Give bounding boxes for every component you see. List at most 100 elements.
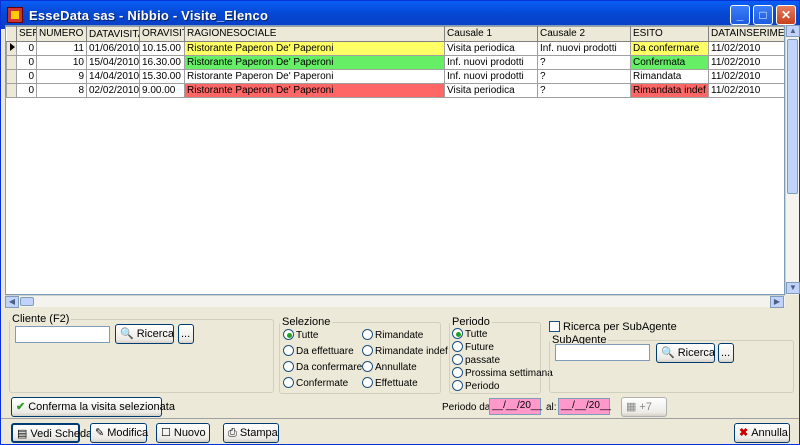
cell-esito[interactable]: Confermata xyxy=(630,55,709,70)
column-header-causale1[interactable]: Causale 1 xyxy=(444,26,538,42)
cliente-search-button[interactable]: 🔍 Ricerca xyxy=(115,324,174,344)
cell-numero[interactable]: 8 xyxy=(36,83,87,98)
periodo-dal-input[interactable]: __/__/20__ xyxy=(489,398,542,415)
cell-causale1[interactable]: Visita periodica xyxy=(444,41,538,56)
cell-ser[interactable]: 0 xyxy=(16,69,37,84)
window-title: EsseData sas - Nibbio - Visite_Elenco xyxy=(29,8,269,23)
radio-label: Rimandate indef xyxy=(375,346,448,357)
conferma-visita-button[interactable]: ✔ Conferma la visita selezionata xyxy=(11,397,175,417)
radio-periodo-tutte[interactable]: Tutte xyxy=(452,328,487,341)
cell-esito[interactable]: Rimandata xyxy=(630,69,709,84)
cell-causale1[interactable]: Inf. nuovi prodotti xyxy=(444,55,538,70)
scroll-up-icon[interactable]: ▲ xyxy=(786,25,800,37)
row-indicator[interactable] xyxy=(6,41,17,56)
periodo-al-label: al: xyxy=(546,402,557,413)
cell-ser[interactable]: 0 xyxy=(16,41,37,56)
cell-numero[interactable]: 9 xyxy=(36,69,87,84)
radio-periodo-future[interactable]: Future xyxy=(452,341,494,354)
radio-selezione-da-confermare[interactable]: Da confermare xyxy=(283,361,362,374)
cell-ragionesociale[interactable]: Ristorante Paperon De' Paperoni xyxy=(184,69,445,84)
column-header-esito[interactable]: ESITO xyxy=(630,26,709,42)
column-header-ragionesociale[interactable]: RAGIONESOCIALE xyxy=(184,26,445,42)
cell-datavisita[interactable]: 01/06/2010 xyxy=(86,41,140,56)
subagente-dots-button[interactable]: ... xyxy=(718,343,734,363)
nuovo-button[interactable]: ☐ Nuovo xyxy=(156,423,210,443)
annulla-button[interactable]: ✖ Annulla xyxy=(734,423,790,443)
maximize-button[interactable]: □ xyxy=(753,5,773,25)
column-header-ser[interactable]: SER xyxy=(16,26,37,42)
subagente-search-button[interactable]: 🔍 Ricerca xyxy=(656,343,715,363)
column-header-numero[interactable]: NUMERO xyxy=(36,26,87,42)
cell-datainserimento[interactable]: 11/02/2010 xyxy=(708,41,784,56)
cell-causale2[interactable]: Inf. nuovi prodotti xyxy=(537,41,631,56)
cell-causale1[interactable]: Inf. nuovi prodotti xyxy=(444,69,538,84)
vedi-scheda-button[interactable]: ▤ Vedi Scheda xyxy=(11,423,92,443)
calendar-plus7-button[interactable]: ▦ +7 xyxy=(621,397,667,417)
scroll-right-icon[interactable]: ▶ xyxy=(770,296,784,308)
radio-selezione-confermate[interactable]: Confermate xyxy=(283,377,348,390)
row-indicator[interactable] xyxy=(6,55,17,70)
cell-numero[interactable]: 10 xyxy=(36,55,87,70)
radio-dot xyxy=(452,341,463,352)
cell-oravisit[interactable]: 9.00.00 xyxy=(139,83,185,98)
cell-causale2[interactable]: ? xyxy=(537,55,631,70)
cell-causale2[interactable]: ? xyxy=(537,83,631,98)
horizontal-scroll-thumb[interactable] xyxy=(20,297,34,306)
cell-datainserimento[interactable]: 11/02/2010 xyxy=(708,69,784,84)
cliente-dots-button[interactable]: ... xyxy=(178,324,194,344)
vertical-scrollbar[interactable]: ▲ ▼ xyxy=(785,25,800,295)
radio-dot xyxy=(452,328,463,339)
cell-oravisit[interactable]: 15.30.00 xyxy=(139,69,185,84)
cell-ser[interactable]: 0 xyxy=(16,55,37,70)
cell-esito[interactable]: Rimandata indef xyxy=(630,83,709,98)
radio-selezione-tutte[interactable]: Tutte xyxy=(283,329,318,342)
radio-periodo-periodo[interactable]: Periodo xyxy=(452,380,499,393)
radio-label: passate xyxy=(465,355,501,366)
cell-datavisita[interactable]: 15/04/2010 xyxy=(86,55,140,70)
minimize-button[interactable]: _ xyxy=(730,5,750,25)
column-header-datavisita[interactable]: DATAVISITA★ xyxy=(86,26,140,42)
close-button[interactable]: ✕ xyxy=(776,5,796,25)
cell-causale1[interactable]: Visita periodica xyxy=(444,83,538,98)
cliente-input[interactable] xyxy=(15,326,110,343)
cell-ragionesociale[interactable]: Ristorante Paperon De' Paperoni xyxy=(184,41,445,56)
radio-periodo-prossima-settimana[interactable]: Prossima settimana xyxy=(452,367,553,380)
table-row[interactable]: 0 8 02/02/2010 9.00.00 Ristorante Papero… xyxy=(6,83,784,98)
cell-ragionesociale[interactable]: Ristorante Paperon De' Paperoni xyxy=(184,83,445,98)
cell-ser[interactable]: 0 xyxy=(16,83,37,98)
radio-selezione-rimandate[interactable]: Rimandate xyxy=(362,329,423,342)
scroll-down-icon[interactable]: ▼ xyxy=(786,282,800,294)
cell-ragionesociale[interactable]: Ristorante Paperon De' Paperoni xyxy=(184,55,445,70)
cell-numero[interactable]: 11 xyxy=(36,41,87,56)
cell-oravisit[interactable]: 10.15.00 xyxy=(139,41,185,56)
table-row[interactable]: 0 9 14/04/2010 15.30.00 Ristorante Paper… xyxy=(6,69,784,84)
row-indicator[interactable] xyxy=(6,69,17,84)
cell-causale2[interactable]: ? xyxy=(537,69,631,84)
column-header-causale2[interactable]: Causale 2 xyxy=(537,26,631,42)
subagente-checkbox[interactable]: Ricerca per SubAgente xyxy=(549,321,677,333)
cell-datainserimento[interactable]: 11/02/2010 xyxy=(708,83,784,98)
table-row[interactable]: 0 11 01/06/2010 10.15.00 Ristorante Pape… xyxy=(6,41,784,56)
cell-datavisita[interactable]: 02/02/2010 xyxy=(86,83,140,98)
periodo-al-input[interactable]: __/__/20__ xyxy=(558,398,611,415)
cell-oravisit[interactable]: 16.30.00 xyxy=(139,55,185,70)
cell-datavisita[interactable]: 14/04/2010 xyxy=(86,69,140,84)
modifica-button[interactable]: ✎ Modifica xyxy=(90,423,148,443)
vertical-scroll-thumb[interactable] xyxy=(787,39,798,194)
horizontal-scrollbar[interactable]: ◀ ▶ xyxy=(5,295,785,308)
column-header-datainserimento[interactable]: DATAINSERIMENT xyxy=(708,26,784,42)
cell-datainserimento[interactable]: 11/02/2010 xyxy=(708,55,784,70)
cell-esito[interactable]: Da confermare xyxy=(630,41,709,56)
column-header-oravisit[interactable]: ORAVISIT xyxy=(139,26,185,42)
radio-selezione-effettuate[interactable]: Effettuate xyxy=(362,377,418,390)
radio-selezione-da-effettuare[interactable]: Da effettuare xyxy=(283,345,354,358)
visits-grid[interactable]: SER NUMERO DATAVISITA★ ORAVISIT RAGIONES… xyxy=(5,25,785,295)
radio-periodo-passate[interactable]: passate xyxy=(452,354,500,367)
radio-selezione-rimandate-indef[interactable]: Rimandate indef xyxy=(362,345,448,358)
table-row[interactable]: 0 10 15/04/2010 16.30.00 Ristorante Pape… xyxy=(6,55,784,70)
subagente-input[interactable] xyxy=(555,344,650,361)
radio-selezione-annullate[interactable]: Annullate xyxy=(362,361,417,374)
scroll-left-icon[interactable]: ◀ xyxy=(5,296,19,308)
stampa-button[interactable]: ⎙ Stampa xyxy=(223,423,279,443)
row-indicator[interactable] xyxy=(6,83,17,98)
